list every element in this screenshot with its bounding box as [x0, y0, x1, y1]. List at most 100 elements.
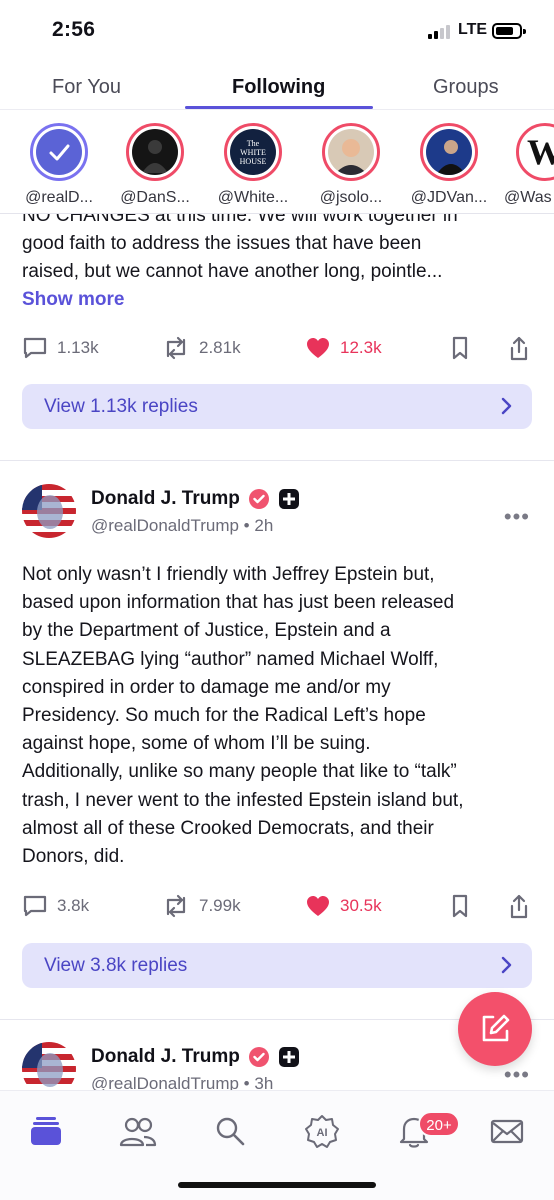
tab-for-you[interactable]: For You: [52, 76, 121, 99]
story-ring: [420, 123, 478, 181]
ai-icon: AI: [305, 1115, 339, 1148]
compose-icon: [482, 1014, 510, 1042]
reply-button[interactable]: 1.13k: [22, 336, 99, 360]
post-text-line: Donors, did.: [22, 846, 125, 868]
tab-following[interactable]: Following: [232, 76, 325, 99]
story-item[interactable]: @realD...: [10, 123, 108, 207]
post-text-line: against hope, some of whom I’ll be suing…: [22, 733, 371, 755]
plus-badge-icon: [278, 489, 299, 509]
post-header: Donald J. Trump @realDonaldTrump • 3h ••…: [22, 1042, 532, 1090]
home-indicator[interactable]: [178, 1182, 376, 1188]
author-name-row: Donald J. Trump: [91, 488, 300, 510]
status-bar: 2:56 LTE: [0, 0, 554, 62]
nav-people[interactable]: [118, 1113, 158, 1149]
story-label: @DanS...: [120, 189, 190, 206]
newspaper-logo-icon: W: [527, 134, 554, 170]
view-replies-label: View 3.8k replies: [44, 955, 188, 976]
story-label: @Was: [504, 189, 552, 206]
post-text-line: raised, but we cannot have another long,…: [22, 261, 443, 283]
nav-ai[interactable]: AI: [303, 1113, 343, 1149]
post-divider: [0, 460, 554, 461]
show-more-link[interactable]: Show more: [22, 289, 542, 311]
bookmark-button[interactable]: [450, 336, 470, 360]
person-photo-icon: [436, 140, 466, 175]
repost-button[interactable]: 7.99k: [162, 894, 241, 918]
story-label: @realD...: [25, 189, 93, 206]
repost-icon: [166, 894, 186, 918]
nav-feed[interactable]: [28, 1113, 68, 1149]
reply-count: 1.13k: [57, 338, 99, 357]
story-avatar: [132, 129, 178, 175]
share-button[interactable]: [508, 894, 530, 920]
post-actions: 3.8k 7.99k 30.5k: [0, 894, 554, 924]
share-button[interactable]: [508, 336, 530, 362]
story-ring: [322, 123, 380, 181]
story-ring: W: [516, 123, 554, 181]
view-replies-button[interactable]: View 1.13k replies: [22, 384, 532, 429]
svg-text:AI: AI: [317, 1127, 328, 1139]
post-text-line: conspired in order to damage me and/or m…: [22, 676, 391, 698]
people-icon: [119, 1117, 157, 1147]
chevron-right-icon: [501, 397, 512, 415]
story-item[interactable]: @JDVan...: [400, 123, 498, 207]
author-handle: @realDonaldTrump • 2h: [91, 516, 274, 535]
author-name[interactable]: Donald J. Trump: [91, 488, 240, 510]
nav-messages[interactable]: [489, 1113, 529, 1149]
plus-badge-icon: [278, 1047, 299, 1067]
like-button[interactable]: 30.5k: [305, 894, 382, 918]
bookmark-icon: [452, 336, 468, 360]
view-replies-label: View 1.13k replies: [44, 396, 198, 417]
story-item[interactable]: @DanS...: [106, 123, 204, 207]
author-name[interactable]: Donald J. Trump: [91, 1046, 240, 1068]
nav-search[interactable]: [212, 1113, 252, 1149]
story-label: @White...: [217, 189, 289, 206]
post-text-line: Additionally, unlike so many people that…: [22, 761, 457, 783]
post-text-line: Presidency. So much for the Radical Left…: [22, 705, 426, 727]
post-text-line: NO CHANGES at this time. We will work to…: [22, 214, 458, 226]
story-item[interactable]: The WHITE HOUSE @White...: [204, 123, 302, 207]
heart-filled-icon: [307, 338, 329, 358]
post-text-line: by the Department of Justice, Epstein an…: [22, 620, 391, 642]
story-avatar: [426, 129, 472, 175]
like-count: 12.3k: [340, 338, 382, 357]
post-header: Donald J. Trump @realDonaldTrump • 2h ••…: [22, 484, 532, 540]
chevron-right-icon: [501, 956, 512, 974]
battery-icon: [492, 23, 526, 39]
story-avatar: The WHITE HOUSE: [230, 129, 276, 175]
tab-groups[interactable]: Groups: [433, 76, 499, 99]
verified-badge-icon: [248, 489, 269, 509]
story-label: @jsolo...: [319, 189, 383, 206]
avatar[interactable]: [22, 484, 76, 538]
bookmark-icon: [452, 894, 468, 918]
author-handle: @realDonaldTrump • 3h: [91, 1074, 274, 1090]
story-avatar: W: [522, 129, 554, 175]
like-count: 30.5k: [340, 896, 382, 915]
story-item[interactable]: W @Was: [498, 123, 554, 207]
story-ring: The WHITE HOUSE: [224, 123, 282, 181]
active-tab-indicator: [185, 106, 373, 109]
heart-filled-icon: [307, 896, 329, 916]
flag-portrait-avatar: [22, 1042, 76, 1090]
more-options-icon[interactable]: •••: [504, 504, 530, 530]
story-item[interactable]: @jsolo...: [302, 123, 400, 207]
compose-button[interactable]: [458, 992, 532, 1066]
more-options-icon[interactable]: •••: [504, 1062, 530, 1088]
verified-badge-icon: [248, 1047, 269, 1067]
bookmark-button[interactable]: [450, 894, 470, 918]
feed[interactable]: NO CHANGES at this time. We will work to…: [0, 214, 554, 1090]
like-button[interactable]: 12.3k: [305, 336, 382, 360]
post-text-line: good faith to address the issues that ha…: [22, 233, 422, 255]
check-icon: [49, 144, 70, 161]
story-avatar: [328, 129, 374, 175]
avatar[interactable]: [22, 1042, 76, 1090]
reply-button[interactable]: 3.8k: [22, 894, 89, 918]
comment-icon: [23, 337, 47, 359]
post-text-line: almost all of these Crooked Democrats, a…: [22, 817, 434, 839]
repost-count: 2.81k: [199, 338, 241, 357]
view-replies-button[interactable]: View 3.8k replies: [22, 943, 532, 988]
share-icon: [510, 894, 528, 919]
network-type: LTE: [458, 21, 488, 38]
signal-icon: [428, 25, 454, 39]
story-ring: [30, 123, 88, 181]
repost-button[interactable]: 2.81k: [162, 336, 241, 360]
